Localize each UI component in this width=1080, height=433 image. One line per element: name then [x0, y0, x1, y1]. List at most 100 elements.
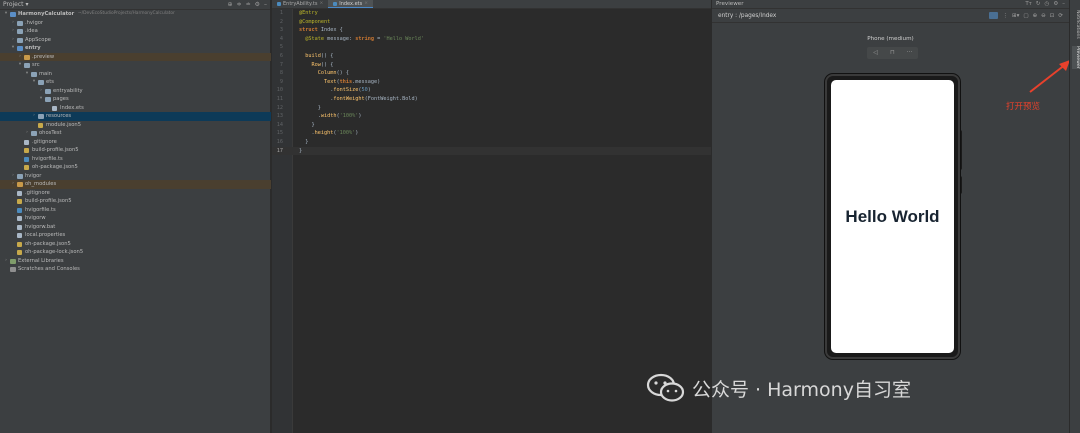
tree-item[interactable]: › .hvigor	[0, 19, 271, 28]
expand-arrow-icon[interactable]: ›	[31, 112, 37, 121]
rotate-icon[interactable]: ⟳	[1058, 13, 1063, 19]
home-icon[interactable]: ⊓	[884, 47, 901, 59]
expand-arrow-icon[interactable]: ›	[10, 172, 16, 181]
back-icon[interactable]: ◁	[867, 47, 884, 59]
expand-arrow-icon[interactable]: ›	[10, 36, 16, 45]
fit-icon[interactable]: ⊡	[1050, 13, 1055, 19]
tree-item[interactable]: ▾ src	[0, 61, 271, 70]
tree-item[interactable]: › External Libraries	[0, 257, 271, 266]
code-line[interactable]: 5	[272, 43, 711, 52]
tree-item[interactable]: › .preview	[0, 52, 271, 62]
expand-arrow-icon[interactable]: ▾	[24, 70, 30, 79]
zoom-in-icon[interactable]: ⊕	[1033, 13, 1038, 19]
clock-icon[interactable]: ◷	[1045, 1, 1050, 7]
collapse-all-icon[interactable]: ≐	[246, 1, 251, 8]
tree-item[interactable]: oh-package.json5	[0, 163, 271, 172]
tree-item[interactable]: hvigorfile.ts	[0, 155, 271, 164]
code-line[interactable]: 3 struct Index {	[272, 26, 711, 35]
project-view-dropdown[interactable]: Project ▾	[3, 1, 28, 8]
editor-tab[interactable]: Index.ets ×	[328, 0, 373, 8]
more-icon[interactable]: ···	[901, 47, 918, 59]
code-line[interactable]: 6 build() {	[272, 52, 711, 61]
tree-item[interactable]: .gitignore	[0, 189, 271, 198]
expand-arrow-icon[interactable]: ▾	[3, 10, 9, 19]
expand-arrow-icon[interactable]: ▾	[10, 44, 16, 53]
tree-item[interactable]: hvigorfile.ts	[0, 206, 271, 215]
multi-device-icon[interactable]: ⊞▾	[1012, 13, 1019, 19]
locate-icon[interactable]: ⊕	[228, 1, 233, 8]
close-tab-icon[interactable]: ×	[319, 0, 323, 8]
close-tab-icon[interactable]: ×	[364, 0, 368, 8]
tree-item[interactable]: › resources	[0, 112, 271, 121]
code-line[interactable]: 16 }	[272, 138, 711, 147]
tree-item[interactable]: ▾ ets	[0, 78, 271, 87]
text-size-icon[interactable]: Tт	[1025, 1, 1032, 7]
tree-item[interactable]: ▾ pages	[0, 95, 271, 104]
tree-item[interactable]: Scratches and Consoles	[0, 265, 271, 274]
expand-arrow-icon[interactable]: ▾	[17, 61, 23, 70]
folder-icon	[10, 12, 16, 17]
tree-item[interactable]: ▾ HarmonyCalculator ~/DevEcoStudioProjects…	[0, 10, 271, 19]
code-line[interactable]: 13 .width('100%')	[272, 112, 711, 121]
expand-arrow-icon[interactable]: ›	[17, 53, 23, 62]
expand-all-icon[interactable]: ≑	[237, 1, 242, 8]
tree-item[interactable]: build-profile.json5	[0, 146, 271, 155]
expand-arrow-icon[interactable]: ›	[10, 19, 16, 28]
code-text: @Entry	[299, 10, 318, 16]
code-line[interactable]: 17}	[272, 146, 711, 156]
tree-item[interactable]: › entryability	[0, 87, 271, 96]
hide-panel-icon[interactable]: –	[264, 1, 267, 8]
tree-item[interactable]: module.json5	[0, 121, 271, 130]
tree-item[interactable]: Index.ets	[0, 104, 271, 113]
expand-arrow-icon[interactable]: ▾	[38, 95, 44, 104]
code-line[interactable]: 11 .fontWeight(FontWeight.Bold)	[272, 95, 711, 104]
tree-item[interactable]: oh-package-lock.json5	[0, 248, 271, 257]
refresh-icon[interactable]: ↻	[1036, 1, 1041, 7]
tree-item-label: hvigorfile.ts	[32, 155, 63, 162]
code-line[interactable]: 12 }	[272, 104, 711, 113]
tree-item[interactable]: oh-package.json5	[0, 240, 271, 249]
code-line[interactable]: 9 Text(this.message)	[272, 78, 711, 87]
tree-item[interactable]: › AppScope	[0, 36, 271, 45]
gear-icon[interactable]: ⚙	[255, 1, 260, 8]
tree-item-label: hvigor	[25, 172, 42, 179]
code-line[interactable]: 1 @Entry	[272, 9, 711, 18]
code-line[interactable]: 15 .height('100%')	[272, 129, 711, 138]
tree-item[interactable]: .gitignore	[0, 138, 271, 147]
expand-arrow-icon[interactable]: ›	[10, 180, 16, 189]
tree-item[interactable]: › hvigor	[0, 172, 271, 181]
tree-item[interactable]: hvigorw.bat	[0, 223, 271, 232]
expand-arrow-icon[interactable]: ›	[3, 257, 9, 266]
tree-item[interactable]: build-profile.json5	[0, 197, 271, 206]
code-line[interactable]: 8 Column() {	[272, 69, 711, 78]
editor-tab[interactable]: EntryAbility.ts ×	[272, 0, 328, 8]
code-line[interactable]: 14 }	[272, 121, 711, 130]
tree-item[interactable]: local.properties	[0, 231, 271, 240]
zoom-out-icon[interactable]: ⊖	[1041, 13, 1046, 19]
more-icon[interactable]: ⋮	[1002, 13, 1008, 19]
tree-item[interactable]: › .idea	[0, 27, 271, 36]
phone-screen[interactable]: Hello World	[831, 80, 954, 353]
code-line[interactable]: 2 @Component	[272, 18, 711, 27]
project-tree: ▾ HarmonyCalculator ~/DevEcoStudioProjects…	[0, 10, 271, 274]
inspector-toggle-button[interactable]	[989, 12, 999, 19]
notifications-tab[interactable]: Notifications	[1072, 10, 1080, 39]
tree-item[interactable]: › oh_modules	[0, 180, 271, 189]
code-line[interactable]: 7 Row() {	[272, 61, 711, 70]
tree-item[interactable]: hvigorw	[0, 214, 271, 223]
tree-item[interactable]: ▾ entry	[0, 44, 271, 53]
code-line[interactable]: 10 .fontSize(50)	[272, 86, 711, 95]
hide-panel-icon[interactable]: –	[1062, 1, 1065, 7]
code-line[interactable]: 4 @State message: string = 'Hello World'	[272, 35, 711, 44]
expand-arrow-icon[interactable]: ›	[24, 129, 30, 138]
gear-icon[interactable]: ⚙	[1053, 1, 1058, 7]
tree-item[interactable]: ▾ main	[0, 70, 271, 79]
previewer-tab[interactable]: Previewer	[1072, 46, 1080, 69]
expand-arrow-icon[interactable]: ›	[10, 27, 16, 36]
expand-arrow-icon[interactable]: ›	[38, 87, 44, 96]
tree-item[interactable]: › ohosTest	[0, 129, 271, 138]
file-icon	[17, 216, 22, 221]
code-area[interactable]: 1 @Entry 2 @Component 3 struct Index {4 @Stat…	[272, 9, 711, 156]
frame-icon[interactable]: ▢	[1023, 13, 1028, 19]
expand-arrow-icon[interactable]: ▾	[31, 78, 37, 87]
